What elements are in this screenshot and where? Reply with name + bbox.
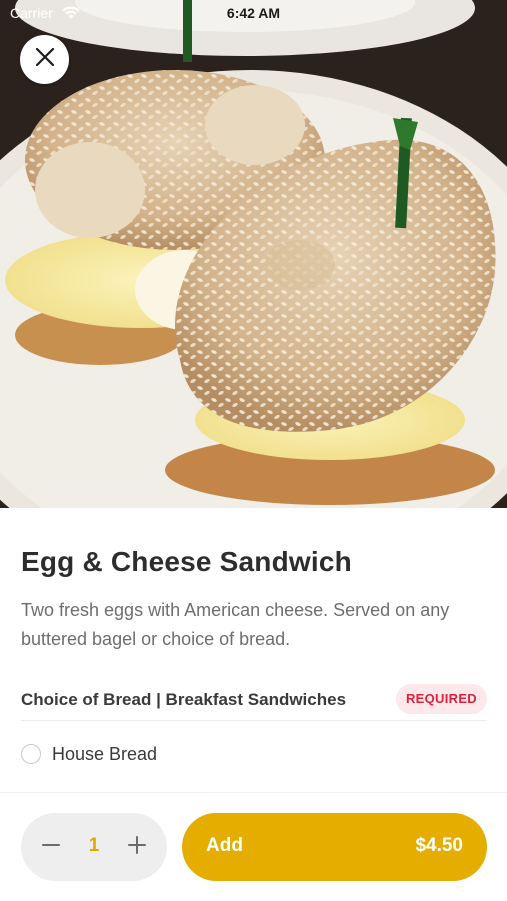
- required-badge: REQUIRED: [395, 684, 487, 714]
- add-button-label: Add: [206, 835, 243, 856]
- bottom-action-bar: 1 Add $4.50: [0, 792, 507, 901]
- quantity-stepper: 1: [21, 813, 167, 881]
- option-house-bread[interactable]: House Bread: [21, 740, 487, 774]
- increase-quantity-button[interactable]: [113, 813, 161, 881]
- status-time: 6:42 AM: [226, 5, 281, 21]
- option-group-title: Choice of Bread | Breakfast Sandwiches: [21, 690, 347, 709]
- status-bar: Carrier 6:42 AM: [0, 0, 507, 28]
- item-title: Egg & Cheese Sandwich: [21, 546, 352, 577]
- option-label: House Bread: [52, 744, 158, 764]
- radio-button[interactable]: [21, 744, 41, 764]
- add-button-price: $4.50: [415, 835, 463, 856]
- option-group-header: Choice of Bread | Breakfast Sandwiches R…: [21, 684, 487, 721]
- close-button[interactable]: [20, 35, 69, 84]
- item-description: Two fresh eggs with American cheese. Ser…: [21, 600, 450, 649]
- plus-icon: [128, 835, 146, 859]
- item-photo: [0, 0, 507, 508]
- add-to-cart-button[interactable]: Add $4.50: [182, 813, 487, 881]
- close-icon: [35, 47, 55, 72]
